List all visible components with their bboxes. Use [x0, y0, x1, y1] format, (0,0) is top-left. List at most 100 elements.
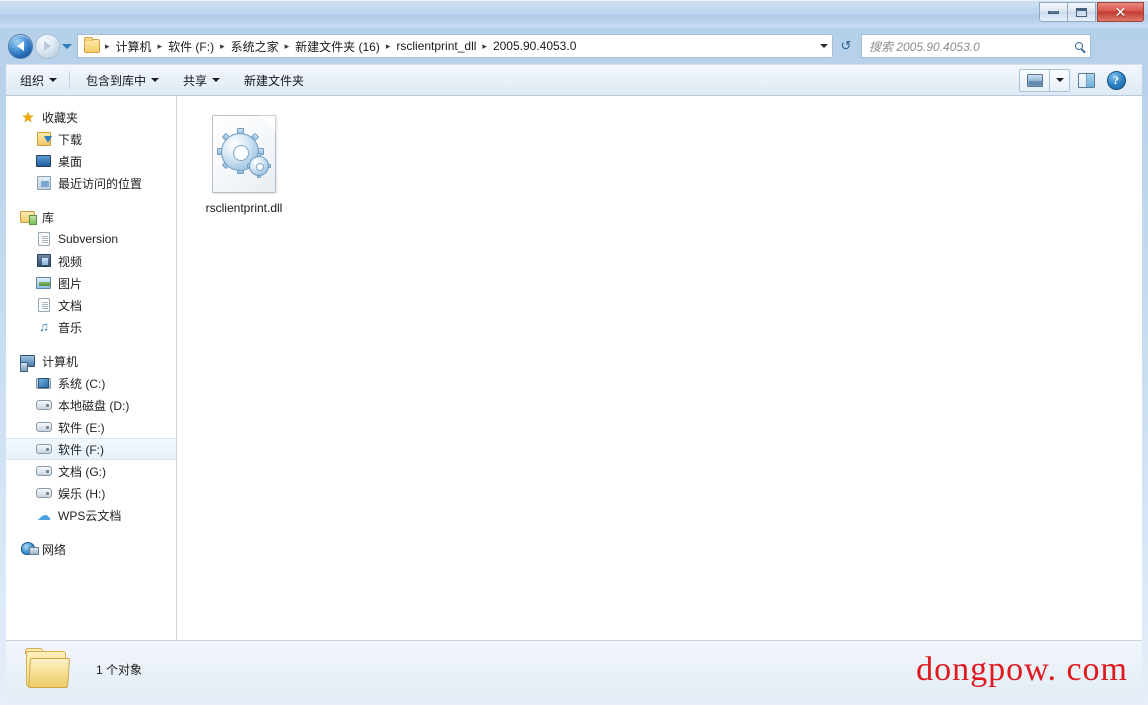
sidebar-item-recent-places[interactable]: 最近访问的位置: [6, 172, 176, 194]
sidebar-item-pictures[interactable]: 图片: [6, 272, 176, 294]
new-folder-label: 新建文件夹: [244, 73, 305, 88]
cloud-icon: ☁: [37, 507, 51, 523]
content-area: ★ 收藏夹 下载 桌面 最近访问的位置 库 Subversion 视频 图片 文…: [6, 96, 1142, 640]
sidebar-item-videos-label: 视频: [58, 254, 83, 269]
minimize-button[interactable]: [1039, 2, 1068, 22]
breadcrumb-item-rsclientprint-dll[interactable]: rsclientprint_dll: [392, 37, 480, 55]
sidebar-group-network[interactable]: 网络: [6, 538, 176, 560]
arrow-right-icon: [44, 41, 51, 51]
file-item[interactable]: rsclientprint.dll: [191, 110, 297, 221]
file-name-label: rsclientprint.dll: [205, 201, 283, 215]
breadcrumb-bar[interactable]: ▸ 计算机 ▸ 软件 (F:) ▸ 系统之家 ▸ 新建文件夹 (16) ▸ rs…: [77, 34, 833, 58]
library-icon: [20, 209, 37, 225]
sidebar-item-recent-places-label: 最近访问的位置: [58, 176, 143, 191]
music-icon: ♫: [39, 319, 49, 334]
address-dropdown-button[interactable]: [815, 35, 832, 57]
refresh-button[interactable]: ↺: [835, 34, 857, 58]
include-in-library-label: 包含到库中: [86, 73, 147, 88]
recent-pages-button[interactable]: [60, 34, 74, 59]
forward-button[interactable]: [35, 33, 60, 59]
sidebar-item-wps-cloud[interactable]: ☁ WPS云文档: [6, 504, 176, 526]
breadcrumb-item-version[interactable]: 2005.90.4053.0: [489, 37, 580, 55]
sidebar-item-drive-e-label: 软件 (E:): [58, 420, 105, 435]
sidebar-item-drive-g-label: 文档 (G:): [58, 464, 106, 479]
sidebar-item-drive-f-label: 软件 (F:): [58, 442, 104, 457]
arrow-left-icon: [17, 41, 24, 51]
sidebar-item-drive-h[interactable]: 娱乐 (H:): [6, 482, 176, 504]
sidebar-item-downloads[interactable]: 下载: [6, 128, 176, 150]
sidebar-item-drive-c-label: 系统 (C:): [58, 376, 106, 391]
sidebar-item-desktop-label: 桌面: [58, 154, 83, 169]
close-button[interactable]: ✕: [1097, 2, 1144, 22]
sidebar-group-favorites-label: 收藏夹: [42, 110, 79, 125]
share-with-button[interactable]: 共享: [173, 68, 230, 92]
folder-icon: [24, 648, 72, 690]
watermark: dongpow. com: [916, 651, 1128, 688]
breadcrumb-separator[interactable]: ▸: [103, 41, 112, 52]
change-view-button[interactable]: [1020, 70, 1049, 91]
explorer-window: ✕ ▸ 计算机 ▸ 软件 (F:) ▸ 系统之家 ▸ 新建文件夹 (16) ▸ …: [0, 0, 1148, 705]
sidebar-item-drive-c[interactable]: 系统 (C:): [6, 372, 176, 394]
sidebar-item-drive-h-label: 娱乐 (H:): [58, 486, 106, 501]
sidebar-item-subversion[interactable]: Subversion: [6, 228, 176, 250]
breadcrumb-separator[interactable]: ▸: [156, 41, 165, 52]
breadcrumb-separator[interactable]: ▸: [283, 41, 292, 52]
sidebar-item-subversion-label: Subversion: [58, 232, 119, 246]
change-view-dropdown[interactable]: [1049, 69, 1069, 91]
organize-label: 组织: [20, 73, 45, 88]
sidebar-item-drive-d-label: 本地磁盘 (D:): [58, 398, 130, 413]
breadcrumb-separator[interactable]: ▸: [480, 41, 489, 52]
sidebar-group-libraries[interactable]: 库: [6, 206, 176, 228]
include-in-library-button[interactable]: 包含到库中: [76, 68, 169, 92]
sidebar-item-drive-e[interactable]: 软件 (E:): [6, 416, 176, 438]
search-box[interactable]: 搜索 2005.90.4053.0: [861, 34, 1091, 58]
sidebar-item-documents-label: 文档: [58, 298, 83, 313]
sidebar-item-wps-cloud-label: WPS云文档: [58, 508, 122, 523]
chevron-down-icon: [49, 78, 58, 82]
toolbar-separator: [69, 71, 71, 89]
preview-pane-button[interactable]: [1072, 69, 1100, 92]
drive-icon: [36, 419, 52, 435]
chevron-down-icon: [151, 78, 160, 82]
breadcrumb-item-computer[interactable]: 计算机: [112, 36, 156, 57]
file-list-pane[interactable]: rsclientprint.dll: [177, 96, 1142, 640]
sidebar-item-videos[interactable]: 视频: [6, 250, 176, 272]
sidebar-item-music[interactable]: ♫ 音乐: [6, 316, 176, 338]
dll-file-icon: [212, 115, 276, 193]
sidebar-group-network-label: 网络: [42, 542, 67, 557]
search-icon[interactable]: [1068, 42, 1090, 50]
sidebar-item-drive-d[interactable]: 本地磁盘 (D:): [6, 394, 176, 416]
breadcrumb-item-xtzj[interactable]: 系统之家: [227, 36, 283, 57]
chevron-down-icon: [212, 78, 221, 82]
gear-icon: [249, 156, 269, 176]
sidebar-item-documents[interactable]: 文档: [6, 294, 176, 316]
organize-button[interactable]: 组织: [10, 68, 67, 92]
breadcrumb-item-newfolder16[interactable]: 新建文件夹 (16): [291, 36, 384, 57]
search-input[interactable]: 搜索 2005.90.4053.0: [862, 38, 1068, 55]
maximize-button[interactable]: [1067, 2, 1096, 22]
breadcrumb: ▸ 计算机 ▸ 软件 (F:) ▸ 系统之家 ▸ 新建文件夹 (16) ▸ rs…: [103, 36, 815, 57]
navigation-pane[interactable]: ★ 收藏夹 下载 桌面 最近访问的位置 库 Subversion 视频 图片 文…: [6, 96, 177, 640]
change-view-control[interactable]: [1019, 68, 1070, 92]
help-button[interactable]: ?: [1102, 69, 1130, 92]
video-icon: [36, 253, 52, 269]
maximize-icon: [1076, 7, 1087, 17]
back-button[interactable]: [8, 33, 33, 59]
system-drive-icon: [36, 375, 52, 391]
drive-icon: [36, 397, 52, 413]
sidebar-item-drive-f[interactable]: 软件 (F:): [6, 438, 176, 460]
sidebar-item-pictures-label: 图片: [58, 276, 83, 291]
sidebar-item-desktop[interactable]: 桌面: [6, 150, 176, 172]
breadcrumb-item-drive-f[interactable]: 软件 (F:): [164, 36, 218, 57]
sidebar-item-drive-g[interactable]: 文档 (G:): [6, 460, 176, 482]
breadcrumb-separator[interactable]: ▸: [384, 41, 393, 52]
drive-icon: [36, 441, 52, 457]
sidebar-group-favorites[interactable]: ★ 收藏夹: [6, 106, 176, 128]
new-folder-button[interactable]: 新建文件夹: [234, 68, 314, 92]
status-bar: 1 个对象 dongpow. com: [6, 640, 1142, 697]
chevron-down-icon: [820, 44, 828, 48]
item-count-label: 1 个对象: [96, 662, 143, 677]
sidebar-group-computer[interactable]: 计算机: [6, 350, 176, 372]
breadcrumb-separator[interactable]: ▸: [218, 41, 227, 52]
